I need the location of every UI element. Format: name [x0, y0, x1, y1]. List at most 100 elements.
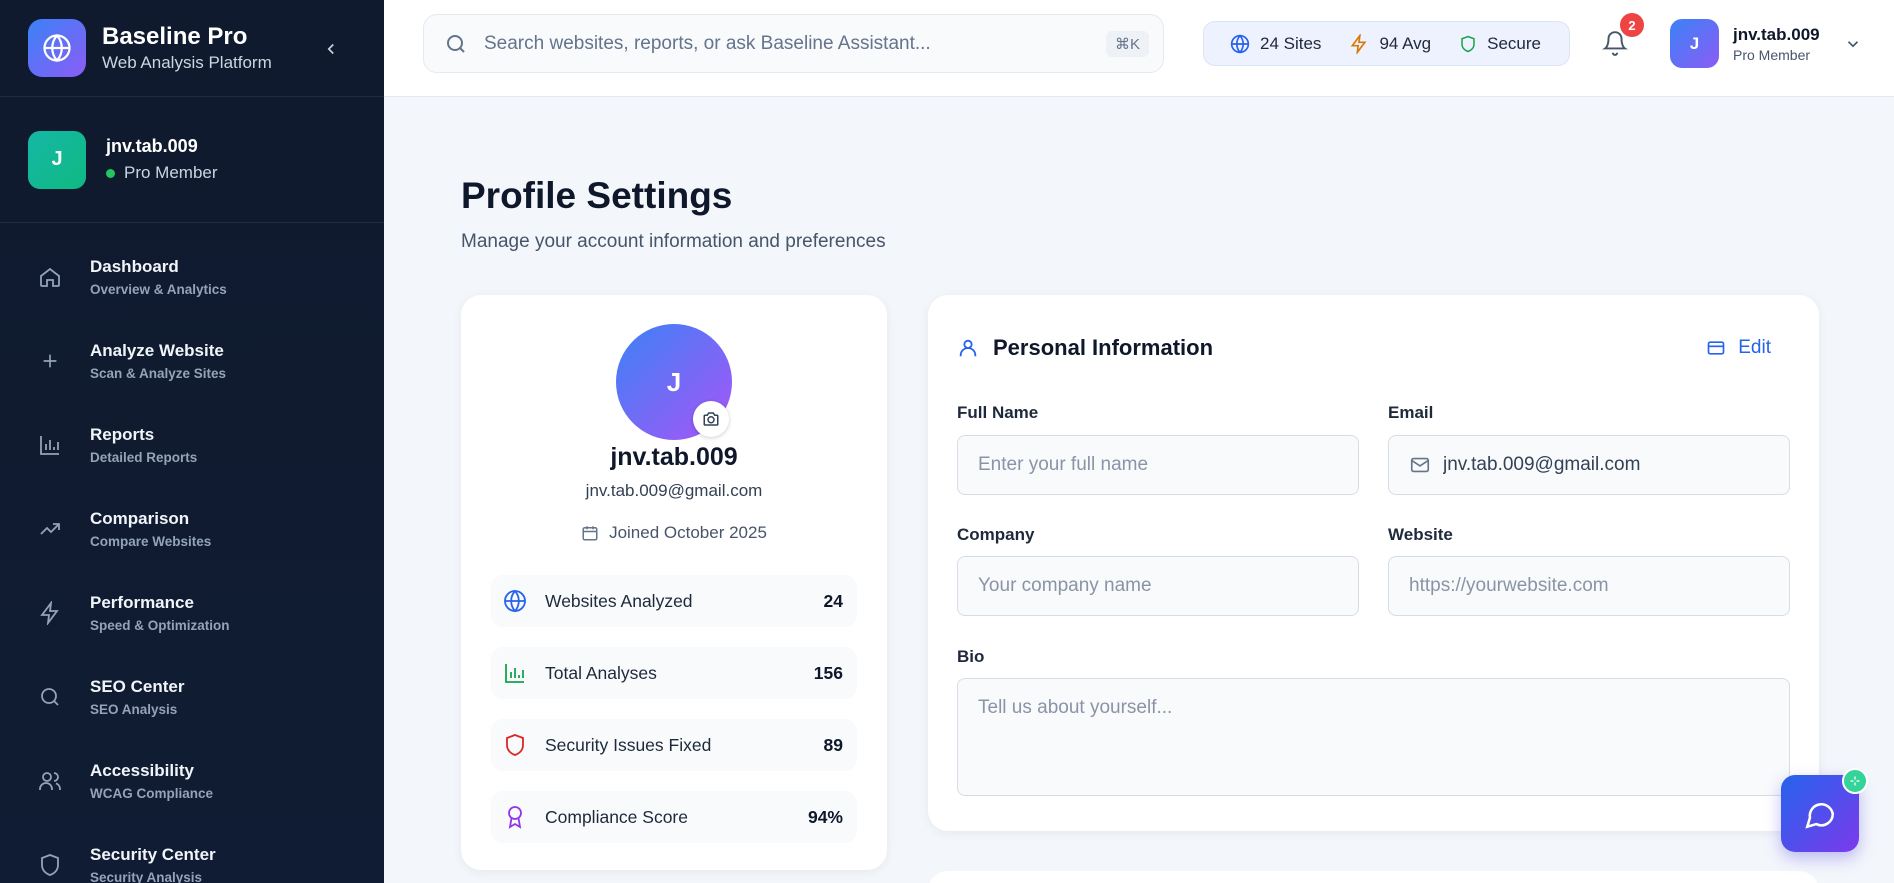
- users-icon: [36, 767, 64, 795]
- brand-name: Baseline Pro: [102, 23, 248, 50]
- sidebar-item-accessibility[interactable]: Accessibility WCAG Compliance: [0, 739, 384, 823]
- next-section-card: [928, 871, 1819, 883]
- shield-icon: [36, 851, 64, 879]
- top-bar: ⌘K 24 Sites 94 Avg Secure 2 J jnv.tab.00…: [384, 0, 1894, 97]
- quick-stats: 24 Sites 94 Avg Secure: [1203, 21, 1570, 66]
- section-header: Personal Information: [957, 335, 1213, 361]
- user-menu[interactable]: J jnv.tab.009 Pro Member: [1670, 19, 1862, 68]
- search-input[interactable]: [484, 32, 1106, 55]
- full-name-input[interactable]: [978, 454, 1338, 476]
- stat-total-analyses: Total Analyses 156: [491, 647, 857, 699]
- change-photo-button[interactable]: [693, 401, 729, 437]
- sidebar-item-sub: SEO Analysis: [90, 702, 178, 717]
- stat-label: Security Issues Fixed: [545, 734, 712, 755]
- sidebar-item-sub: Detailed Reports: [90, 450, 198, 465]
- bar-chart-icon: [505, 664, 524, 683]
- search-icon: [36, 683, 64, 711]
- profile-name: jnv.tab.009: [610, 443, 738, 471]
- sidebar-item-reports[interactable]: Reports Detailed Reports: [0, 403, 384, 487]
- stat-websites-analyzed: Websites Analyzed 24: [491, 575, 857, 627]
- page-title: Profile Settings: [461, 175, 733, 216]
- globe-icon: [43, 33, 71, 63]
- calendar-icon: [582, 526, 598, 541]
- sidebar-item-analyze-website[interactable]: Analyze Website Scan & Analyze Sites: [0, 319, 384, 403]
- collapse-sidebar-button[interactable]: [318, 36, 344, 62]
- avg-stat: 94 Avg: [1349, 33, 1431, 54]
- plus-icon: [36, 347, 64, 375]
- search-bar[interactable]: ⌘K: [423, 14, 1164, 73]
- brand-logo: [28, 19, 86, 77]
- sidebar-user-name: jnv.tab.009: [106, 136, 198, 156]
- profile-email: jnv.tab.009@gmail.com: [585, 481, 763, 500]
- sidebar-item-label: Security Center: [90, 845, 216, 864]
- sidebar-item-sub: Scan & Analyze Sites: [90, 366, 227, 381]
- full-name-label: Full Name: [957, 403, 1039, 422]
- mail-icon: [1409, 454, 1431, 476]
- edit-button[interactable]: Edit: [1706, 337, 1771, 359]
- chevron-left-icon: [327, 43, 334, 55]
- search-shortcut-badge: ⌘K: [1105, 30, 1149, 57]
- sidebar-item-label: SEO Center: [90, 677, 185, 696]
- bio-textarea[interactable]: [978, 697, 1769, 777]
- sites-stat: 24 Sites: [1230, 34, 1321, 54]
- company-label: Company: [957, 525, 1035, 544]
- brand-tagline: Web Analysis Platform: [102, 53, 272, 72]
- sparkle-icon: [1842, 768, 1868, 794]
- trending-up-icon: [36, 515, 64, 543]
- sidebar-item-comparison[interactable]: Comparison Compare Websites: [0, 487, 384, 571]
- shield-icon: [1461, 35, 1475, 52]
- website-field[interactable]: [1388, 556, 1790, 616]
- sidebar-item-security-center[interactable]: Security Center Security Analysis: [0, 823, 384, 883]
- personal-information-card: Personal Information Edit Full Name Emai…: [928, 295, 1819, 831]
- globe-icon: [504, 589, 526, 613]
- shield-icon: [506, 734, 524, 756]
- full-name-field[interactable]: [957, 435, 1359, 495]
- sidebar-item-label: Comparison: [90, 509, 190, 528]
- stat-label: Compliance Score: [545, 806, 688, 827]
- sidebar-item-sub: Overview & Analytics: [90, 282, 227, 297]
- search-icon: [447, 34, 465, 53]
- stat-value: 24: [823, 590, 843, 611]
- stat-value: 156: [813, 662, 843, 683]
- sidebar-item-label: Reports: [90, 425, 155, 444]
- chevron-down-icon: [1847, 40, 1858, 47]
- secure-stat: Secure: [1459, 34, 1541, 54]
- company-input[interactable]: [978, 575, 1338, 597]
- sidebar-item-sub: WCAG Compliance: [90, 786, 214, 801]
- sidebar-item-seo-center[interactable]: SEO Center SEO Analysis: [0, 655, 384, 739]
- edit-label: Edit: [1738, 337, 1771, 358]
- card-icon: [1707, 341, 1725, 355]
- online-status-dot: [106, 168, 115, 178]
- brand-header: Baseline Pro Web Analysis Platform: [0, 0, 384, 97]
- notification-count-badge: 2: [1620, 13, 1644, 37]
- sidebar-item-sub: Speed & Optimization: [90, 618, 230, 633]
- sidebar-item-sub: Security Analysis: [90, 870, 203, 883]
- avatar: J: [1670, 19, 1719, 68]
- stat-value: 89: [823, 734, 843, 755]
- lightning-icon: [36, 599, 64, 627]
- joined-date: Joined October 2025: [609, 523, 767, 542]
- avatar: J: [28, 130, 86, 189]
- user-icon: [959, 339, 977, 357]
- page-subtitle: Manage your account information and pref…: [461, 231, 886, 252]
- website-input[interactable]: [1409, 575, 1769, 597]
- sidebar: Baseline Pro Web Analysis Platform J jnv…: [0, 0, 384, 883]
- sidebar-item-label: Performance: [90, 593, 194, 612]
- company-field[interactable]: [957, 556, 1359, 616]
- sidebar-item-dashboard[interactable]: Dashboard Overview & Analytics: [0, 235, 384, 319]
- sidebar-nav: Dashboard Overview & Analytics Analyze We…: [0, 223, 384, 883]
- home-icon: [36, 263, 64, 291]
- email-input[interactable]: [1443, 454, 1769, 476]
- user-role: Pro Member: [1733, 46, 1811, 63]
- bio-field[interactable]: [957, 678, 1790, 796]
- award-icon: [508, 806, 522, 829]
- sidebar-item-label: Accessibility: [90, 761, 194, 780]
- email-label: Email: [1388, 403, 1434, 422]
- chat-bubble-icon: [1805, 802, 1835, 829]
- email-field[interactable]: [1388, 435, 1790, 495]
- bio-label: Bio: [957, 647, 985, 666]
- profile-joined: Joined October 2025: [461, 523, 887, 543]
- sidebar-item-performance[interactable]: Performance Speed & Optimization: [0, 571, 384, 655]
- sidebar-user[interactable]: J jnv.tab.009 Pro Member: [0, 97, 384, 223]
- website-label: Website: [1388, 525, 1453, 544]
